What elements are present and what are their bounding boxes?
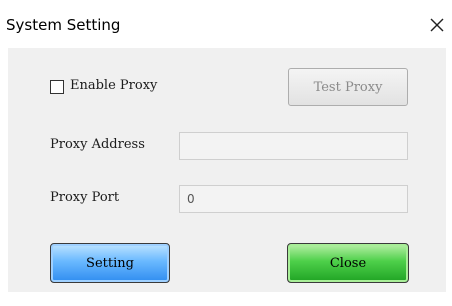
system-setting-dialog: System Setting Enable Proxy Test Proxy P…: [0, 0, 452, 306]
setting-button-label: Setting: [86, 255, 134, 271]
proxy-address-input[interactable]: [179, 132, 408, 160]
test-proxy-button[interactable]: Test Proxy: [288, 68, 408, 106]
test-proxy-button-label: Test Proxy: [313, 79, 383, 95]
setting-button[interactable]: Setting: [50, 243, 170, 283]
title-bar: System Setting: [0, 0, 452, 48]
dialog-title: System Setting: [6, 16, 121, 34]
proxy-port-label: Proxy Port: [50, 190, 120, 205]
proxy-port-input[interactable]: 0: [179, 185, 408, 213]
enable-proxy-label[interactable]: Enable Proxy: [70, 78, 157, 93]
close-button-label: Close: [329, 255, 367, 271]
proxy-address-label: Proxy Address: [50, 137, 145, 152]
close-button[interactable]: Close: [287, 243, 409, 283]
close-icon[interactable]: [426, 14, 448, 36]
enable-proxy-checkbox[interactable]: [50, 80, 64, 94]
